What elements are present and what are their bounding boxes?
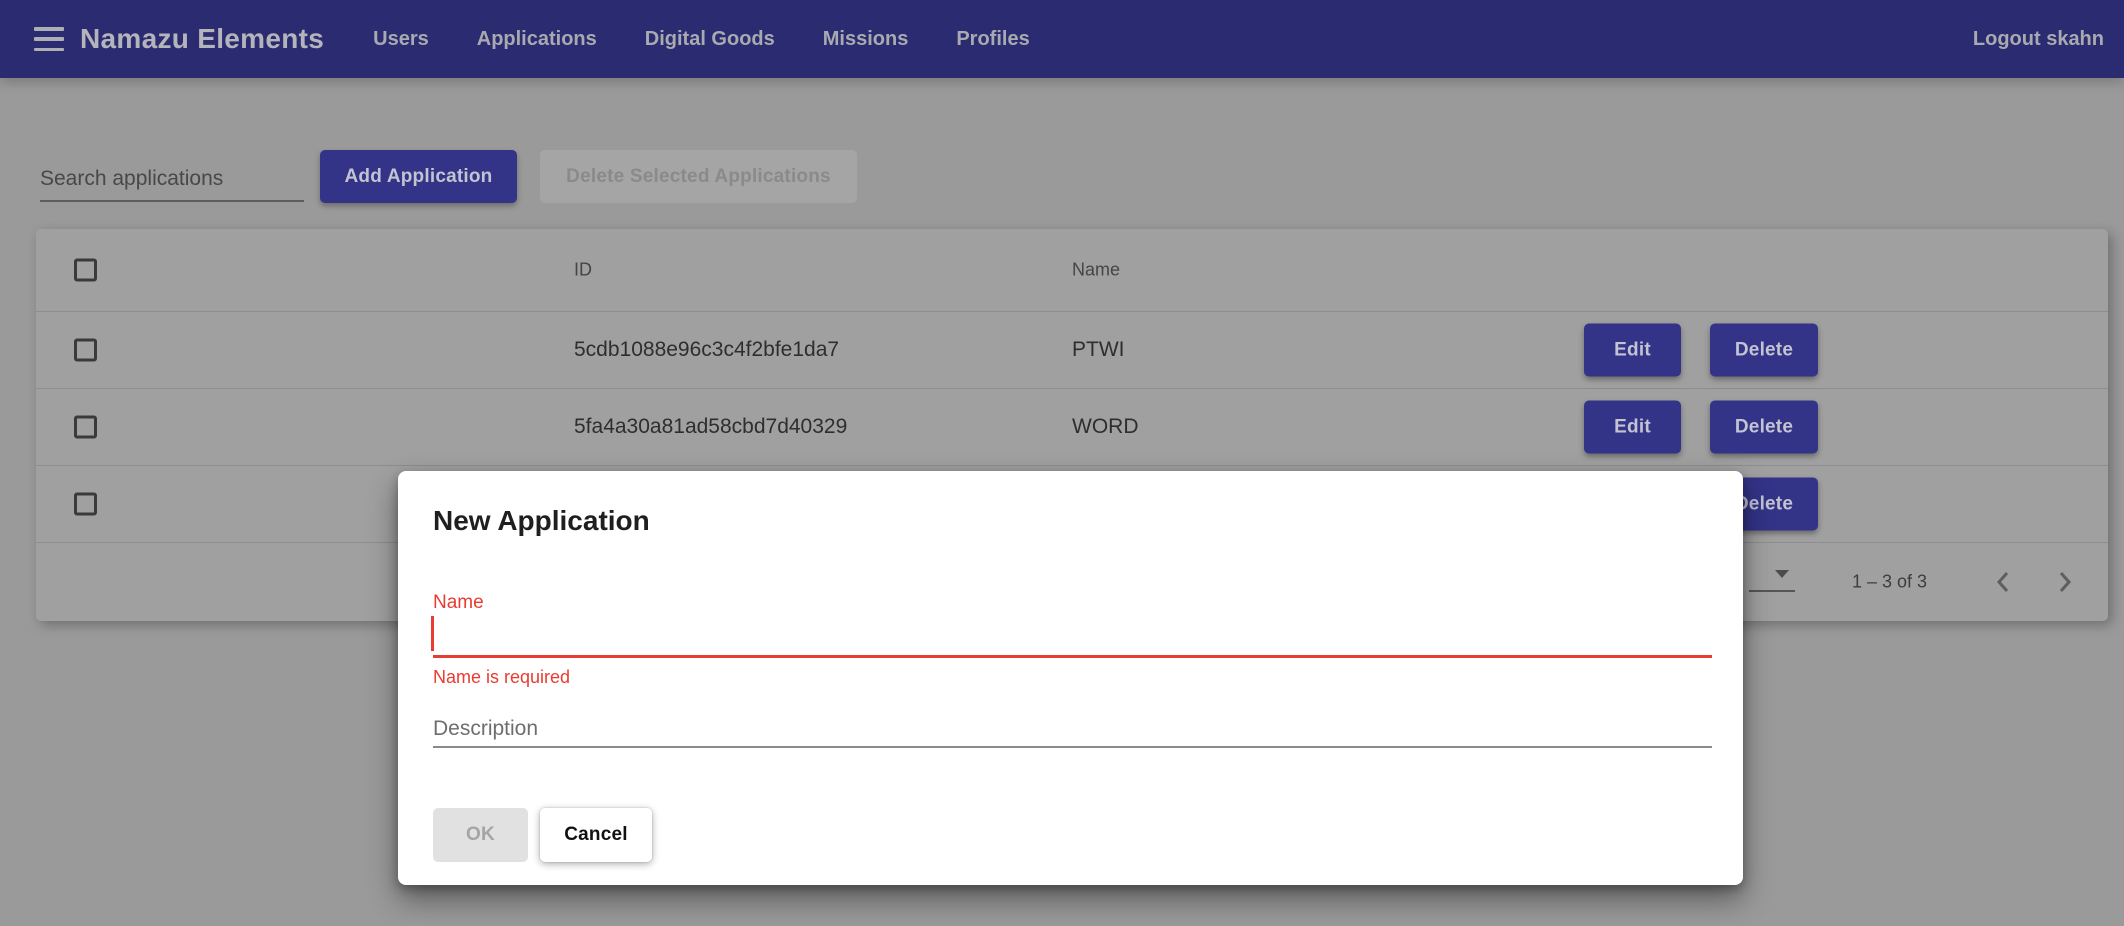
new-application-dialog: New Application Name Name is required OK…: [398, 471, 1743, 885]
ok-button: OK: [433, 808, 528, 862]
edit-button[interactable]: Edit: [1584, 401, 1681, 454]
description-input[interactable]: [433, 711, 1712, 748]
table-row: 5cdb1088e96c3c4f2bfe1da7 PTWI Edit Delet…: [36, 312, 2108, 389]
chevron-left-icon: [1991, 569, 2017, 595]
table-row: 5fa4a30a81ad58cbd7d40329 WORD Edit Delet…: [36, 389, 2108, 466]
nav-item-users[interactable]: Users: [373, 28, 429, 51]
dialog-title: New Application: [433, 505, 650, 537]
nav-item-digital-goods[interactable]: Digital Goods: [645, 28, 775, 51]
page-size-select[interactable]: [1749, 557, 1795, 592]
name-error-message: Name is required: [433, 667, 570, 688]
cell-id: 5fa4a30a81ad58cbd7d40329: [574, 415, 847, 439]
name-input[interactable]: [433, 613, 1712, 653]
cancel-button[interactable]: Cancel: [540, 808, 652, 862]
arrow-drop-down-icon: [1775, 570, 1789, 578]
nav-item-applications[interactable]: Applications: [477, 28, 597, 51]
text-caret: [431, 616, 434, 651]
paginator-range-label: 1 – 3 of 3: [1852, 572, 1927, 593]
delete-selected-applications-button: Delete Selected Applications: [540, 150, 857, 203]
name-field-label: Name: [433, 592, 484, 614]
search-input[interactable]: [40, 158, 304, 202]
delete-button[interactable]: Delete: [1710, 401, 1818, 454]
cell-id: 5cdb1088e96c3c4f2bfe1da7: [574, 338, 839, 362]
edit-button[interactable]: Edit: [1584, 324, 1681, 377]
cell-name: WORD: [1072, 415, 1139, 439]
select-all-checkbox[interactable]: [74, 259, 97, 282]
previous-page-button[interactable]: [1982, 560, 2026, 604]
next-page-button[interactable]: [2042, 560, 2086, 604]
nav-item-missions[interactable]: Missions: [823, 28, 909, 51]
add-application-button[interactable]: Add Application: [320, 150, 517, 203]
chevron-right-icon: [2051, 569, 2077, 595]
column-header-id: ID: [574, 260, 592, 281]
row-checkbox[interactable]: [74, 493, 97, 516]
table-header-row: ID Name: [36, 229, 2108, 312]
nav-item-profiles[interactable]: Profiles: [956, 28, 1029, 51]
row-checkbox[interactable]: [74, 339, 97, 362]
top-nav: Namazu Elements Users Applications Digit…: [0, 0, 2124, 78]
delete-button[interactable]: Delete: [1710, 324, 1818, 377]
row-checkbox[interactable]: [74, 416, 97, 439]
name-field-underline: [433, 655, 1712, 658]
logout-button[interactable]: Logout skahn: [1973, 28, 2104, 51]
app-title: Namazu Elements: [80, 23, 324, 55]
nav-links: Users Applications Digital Goods Mission…: [373, 28, 1030, 51]
cell-name: PTWI: [1072, 338, 1125, 362]
menu-icon[interactable]: [34, 27, 64, 51]
column-header-name: Name: [1072, 260, 1120, 281]
